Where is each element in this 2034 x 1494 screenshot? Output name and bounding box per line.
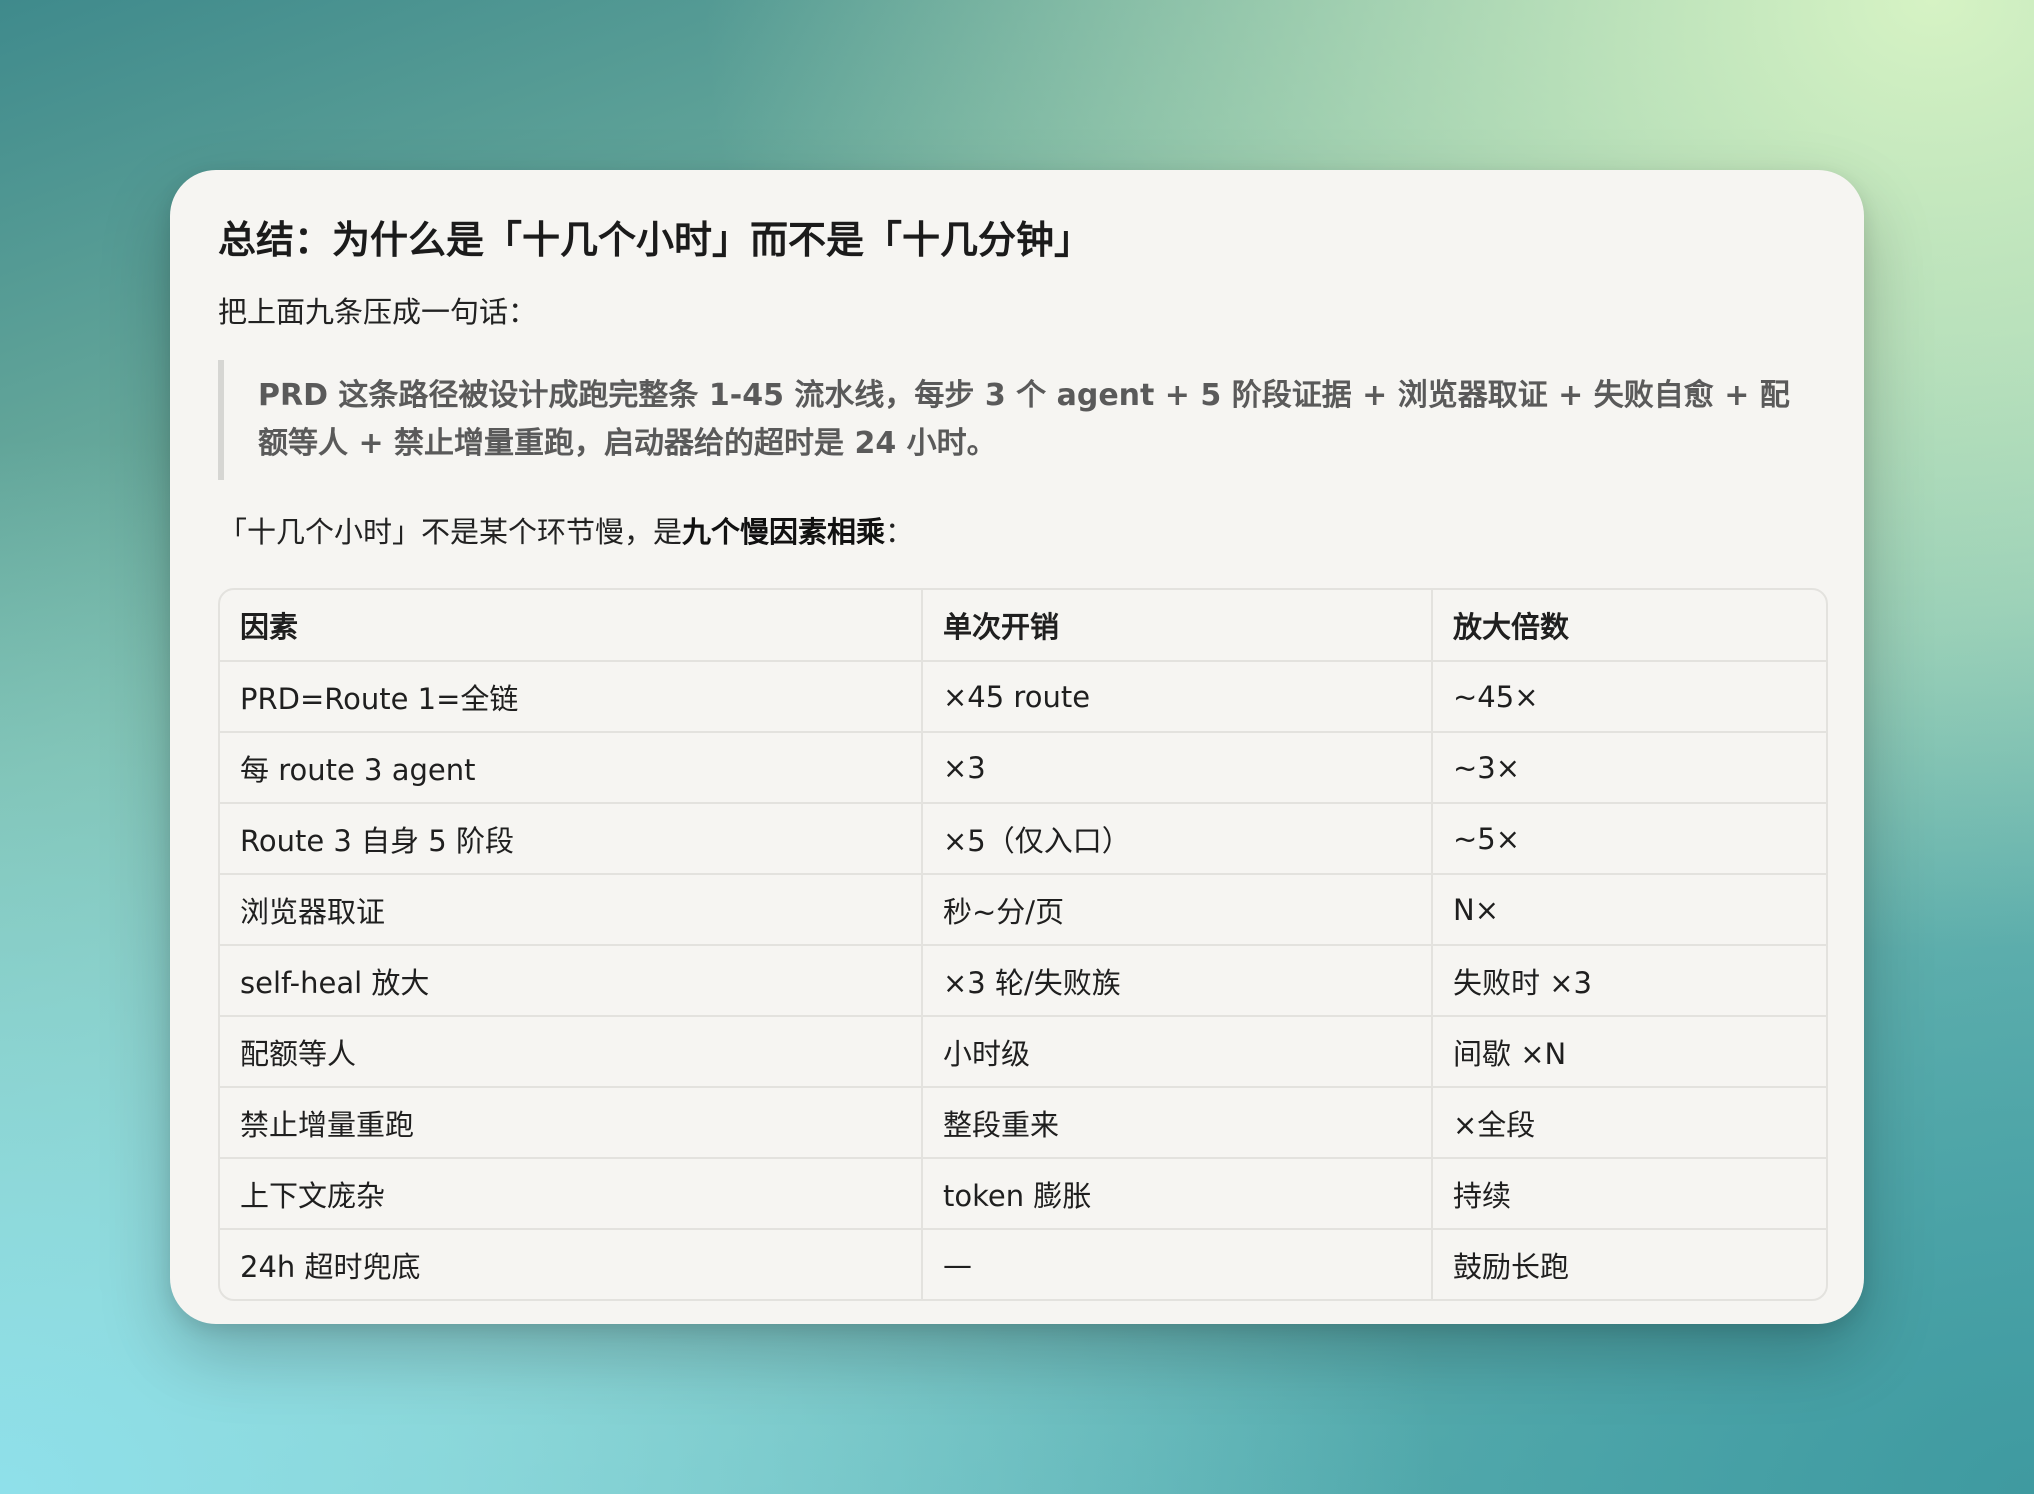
cell-cost: 小时级 [922,1016,1433,1088]
table-row: 24h 超时兜底 — 鼓励长跑 [220,1229,1826,1299]
header-factor: 因素 [220,590,923,662]
intro-text: 把上面九条压成一句话： [218,295,538,329]
cell-multiplier: 间歇 ×N [1432,1016,1826,1088]
lead-suffix: ： [885,515,915,549]
cell-factor: self-heal 放大 [220,945,923,1017]
cell-multiplier: ~45× [1432,661,1826,733]
table-row: 配额等人 小时级 间歇 ×N [220,1016,1826,1088]
summary-card: 总结：为什么是「十几个小时」而不是「十几分钟」 把上面九条压成一句话： PRD … [170,170,1864,1324]
cell-factor: 上下文庞杂 [220,1158,923,1230]
cell-multiplier: ×全段 [1432,1087,1826,1159]
cell-factor: 每 route 3 agent [220,732,923,804]
cell-multiplier: N× [1432,874,1826,946]
cell-factor: 浏览器取证 [220,874,923,946]
cell-cost: ×5（仅入口） [922,803,1433,875]
cell-factor: 24h 超时兜底 [220,1229,923,1299]
table-row: 上下文庞杂 token 膨胀 持续 [220,1158,1826,1230]
table-header-row: 因素 单次开销 放大倍数 [220,590,1826,662]
cell-multiplier: 持续 [1432,1158,1826,1230]
cell-multiplier: ~3× [1432,732,1826,804]
cell-cost: ×45 route [922,661,1433,733]
lead-bold: 九个慢因素相乘 [682,515,886,549]
cell-cost: — [922,1229,1433,1299]
cell-cost: 整段重来 [922,1087,1433,1159]
lead-prefix: 「十几个小时」不是某个环节慢，是 [218,515,683,549]
cell-factor: 禁止增量重跑 [220,1087,923,1159]
cell-multiplier: 失败时 ×3 [1432,945,1826,1017]
header-multiplier: 放大倍数 [1432,590,1826,662]
cell-factor: 配额等人 [220,1016,923,1088]
table-row: 禁止增量重跑 整段重来 ×全段 [220,1087,1826,1159]
summary-quote: PRD 这条路径被设计成跑完整条 1-45 流水线，每步 3 个 agent +… [218,360,1816,480]
cell-multiplier: ~5× [1432,803,1826,875]
table-row: 每 route 3 agent ×3 ~3× [220,732,1826,804]
cell-cost: token 膨胀 [922,1158,1433,1230]
table-row: self-heal 放大 ×3 轮/失败族 失败时 ×3 [220,945,1826,1017]
cell-cost: ×3 轮/失败族 [922,945,1433,1017]
lead-text: 「十几个小时」不是某个环节慢，是九个慢因素相乘： [218,510,1816,554]
cell-cost: 秒~分/页 [922,874,1433,946]
cell-factor: PRD=Route 1=全链 [220,661,923,733]
table-row: PRD=Route 1=全链 ×45 route ~45× [220,661,1826,733]
cell-factor: Route 3 自身 5 阶段 [220,803,923,875]
cell-multiplier: 鼓励长跑 [1453,1249,1570,1284]
page-title: 总结：为什么是「十几个小时」而不是「十几分钟」 [218,218,1093,262]
header-cost: 单次开销 [922,590,1433,662]
table-row: Route 3 自身 5 阶段 ×5（仅入口） ~5× [220,803,1826,875]
table-row: 浏览器取证 秒~分/页 N× [220,874,1826,946]
cell-cost: ×3 [922,732,1433,804]
factors-table: 因素 单次开销 放大倍数 PRD=Route 1=全链 ×45 route ~4… [218,588,1828,1301]
